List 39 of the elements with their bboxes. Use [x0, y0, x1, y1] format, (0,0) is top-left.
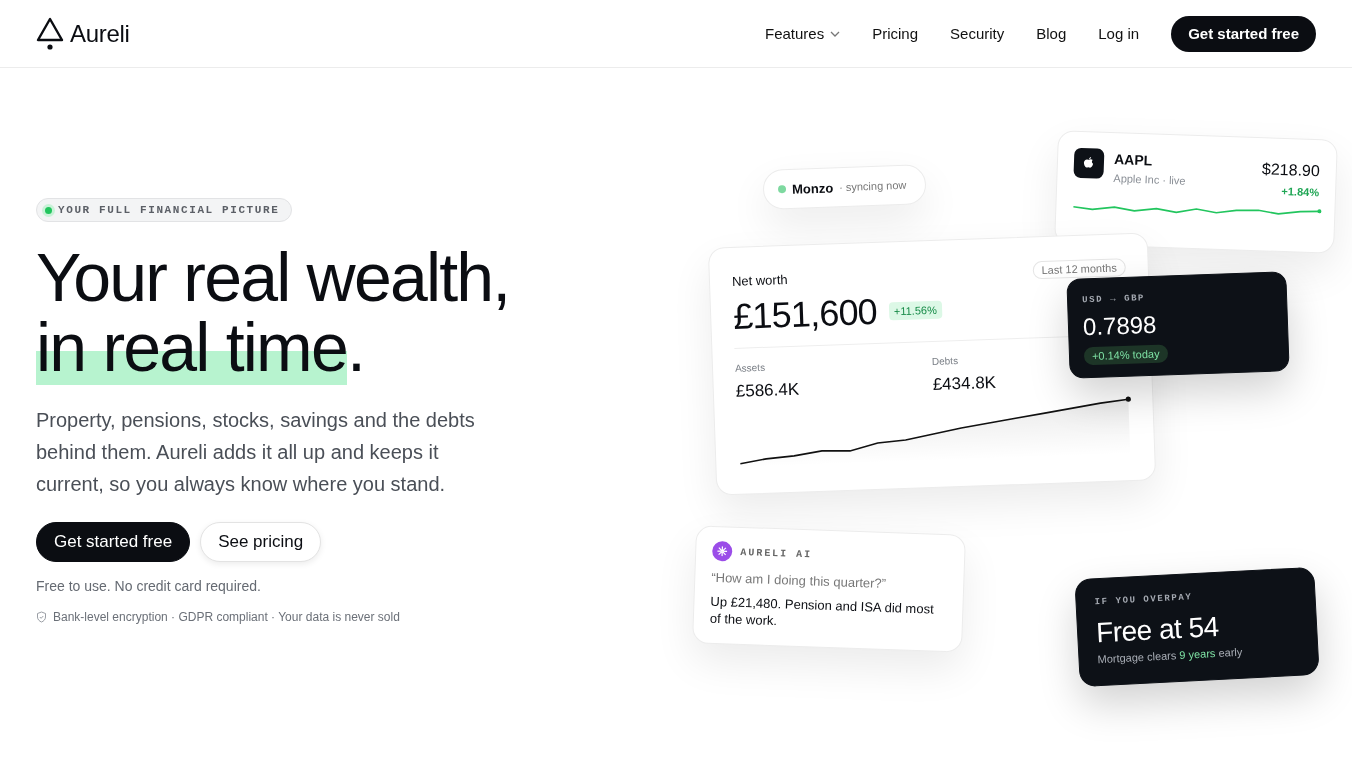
ticker: AAPL: [1113, 151, 1154, 170]
note-text: Free to use. No credit card required.: [36, 578, 261, 594]
get-started-button[interactable]: Get started free: [1171, 15, 1316, 52]
nav-link[interactable]: Pricing: [872, 25, 919, 42]
sparkle-icon: [711, 540, 733, 562]
logo-icon: [36, 16, 64, 51]
exchange-rate: 0.7898: [1082, 309, 1158, 342]
get-started-button[interactable]: Get started free: [36, 522, 191, 562]
eyebrow-badge: YOUR FULL FINANCIAL PICTURE: [36, 198, 293, 222]
net-worth-value: £151,600: [732, 290, 878, 338]
chevron-down-icon: [830, 30, 841, 37]
brand-name: Aureli: [70, 19, 130, 48]
question-text: “How am I doing this quarter?”: [711, 569, 888, 593]
change-badge: +0.14% today: [1083, 344, 1168, 366]
price-change: +1.84%: [1281, 185, 1320, 199]
headline: Your real wealth, in real time.: [36, 242, 511, 386]
change-badge: +11.56%: [888, 300, 943, 321]
ai-label: AURELI AI: [740, 546, 813, 560]
apple-logo-icon: [1073, 147, 1105, 179]
answer-text: Up £21,480. Pension and ISA did most of the work.: [709, 592, 935, 631]
see-pricing-button[interactable]: See pricing: [200, 522, 322, 562]
shield-icon: [36, 611, 47, 623]
status-dot-icon: [777, 185, 787, 194]
card-label: IF YOU OVERPAY: [1094, 591, 1194, 608]
lede-paragraph: Property, pensions, stocks, savings and the debts behind them. Aureli adds it all up and keeps it current, so you always know where you stand.: [36, 408, 476, 497]
assets-value: £586.4K: [735, 378, 801, 402]
sync-status: · syncing now: [838, 178, 907, 194]
nav-link[interactable]: Blog: [1036, 25, 1067, 42]
company-name: Apple Inc · live: [1113, 172, 1186, 187]
account-name: Monzo: [791, 179, 834, 197]
nav-link[interactable]: Log in: [1098, 25, 1140, 42]
stock-price: $218.90: [1261, 160, 1321, 181]
trust-text: Bank-level encryption · GDPR compliant · Your data is never sold: [53, 610, 400, 624]
assets-label: Assets: [734, 360, 767, 374]
nav-link[interactable]: Security: [950, 25, 1005, 42]
currency-pair: USD → GBP: [1081, 292, 1147, 306]
nav-menu-link[interactable]: Features: [764, 25, 841, 42]
card-title: Net worth: [731, 271, 788, 289]
debts-value: £434.8K: [932, 371, 998, 395]
